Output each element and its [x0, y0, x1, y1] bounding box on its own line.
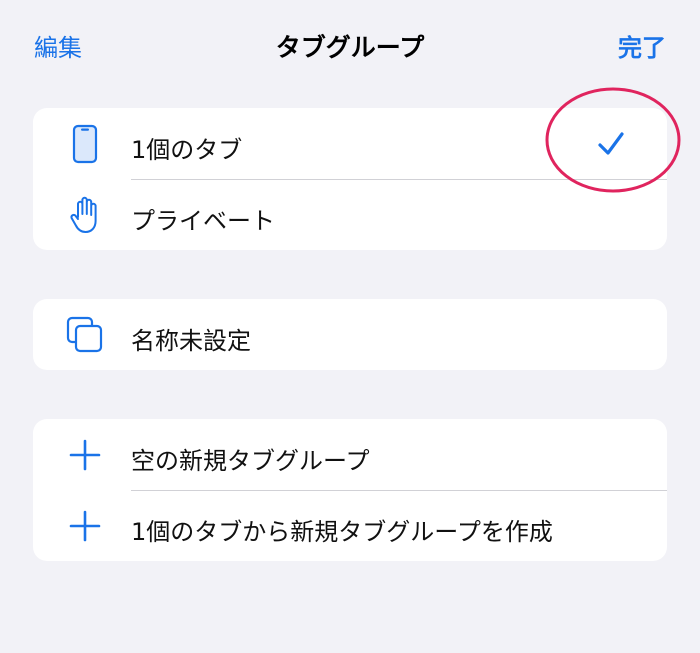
page-title: タブグループ: [275, 33, 425, 62]
list-item-label: 名称未設定: [131, 327, 251, 355]
list-item-untitled[interactable]: 名称未設定: [33, 299, 667, 370]
tab-group-list-saved: 名称未設定: [33, 299, 667, 370]
list-item-private[interactable]: プライベート: [33, 179, 667, 250]
action-label: 空の新規タブグループ: [131, 447, 370, 475]
divider: [131, 490, 667, 491]
list-item-tabs[interactable]: 1個のタブ: [33, 108, 667, 179]
list-item-label: 1個のタブ: [131, 136, 243, 164]
divider: [131, 179, 667, 180]
plus-icon: [63, 433, 107, 477]
done-button[interactable]: 完了: [618, 28, 666, 63]
navigation-bar: 編集 タブグループ 完了: [0, 0, 700, 90]
iphone-icon: [63, 122, 107, 166]
checkmark-icon: [591, 124, 631, 164]
tab-group-actions: 空の新規タブグループ 1個のタブから新規タブグループを作成: [33, 419, 667, 561]
plus-icon: [63, 504, 107, 548]
list-item-label: プライベート: [131, 207, 275, 235]
hand-raised-icon: [63, 193, 107, 237]
tab-group-list-current: 1個のタブ プライベート: [33, 108, 667, 250]
square-on-square-icon: [63, 313, 107, 357]
new-empty-tab-group-button[interactable]: 空の新規タブグループ: [33, 419, 667, 490]
new-tab-group-from-tabs-button[interactable]: 1個のタブから新規タブグループを作成: [33, 490, 667, 561]
action-label: 1個のタブから新規タブグループを作成: [131, 518, 553, 546]
